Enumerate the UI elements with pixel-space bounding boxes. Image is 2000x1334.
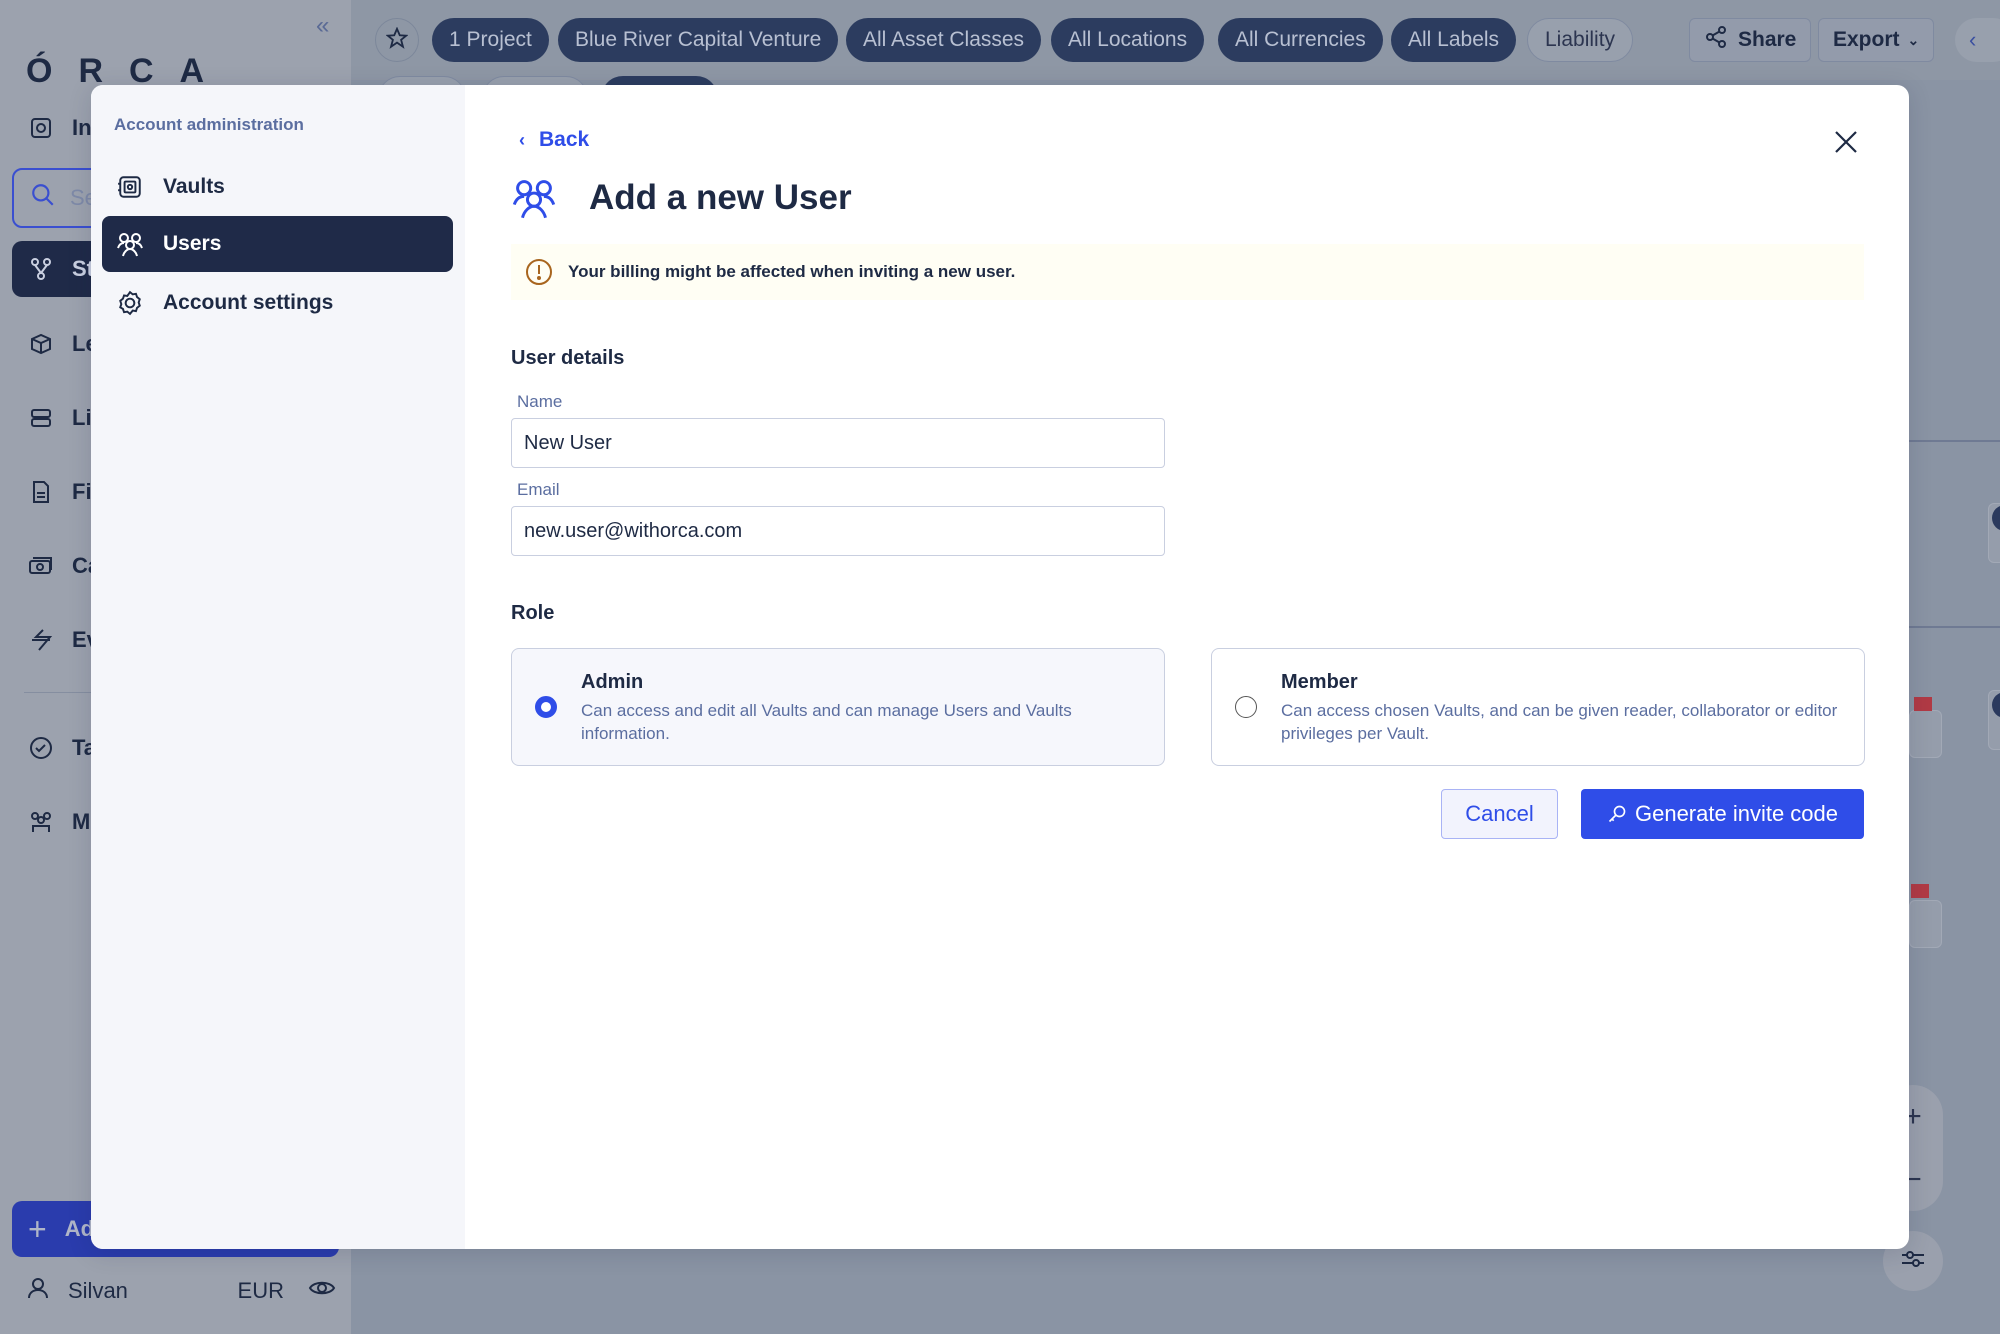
- name-label: Name: [517, 392, 563, 411]
- check-circle-icon: [28, 735, 54, 761]
- users-icon: [511, 175, 557, 221]
- box-icon: [28, 331, 54, 357]
- canada-flag-icon: [1911, 884, 1929, 898]
- structure-icon: [28, 256, 54, 282]
- user-details-heading: User details: [511, 347, 625, 369]
- role-description: Can access chosen Vaults, and can be giv…: [1281, 701, 1838, 743]
- share-icon: [1704, 25, 1728, 55]
- chevron-left-icon: ‹: [1969, 27, 1977, 52]
- eye-icon[interactable]: [308, 1277, 336, 1305]
- favorite-button[interactable]: [375, 18, 419, 62]
- generate-invite-code-button[interactable]: Generate invite code: [1581, 789, 1864, 839]
- share-button[interactable]: Share: [1689, 18, 1812, 62]
- users-icon: [116, 230, 144, 258]
- key-icon: [1607, 804, 1627, 824]
- admin-radio[interactable]: [535, 696, 557, 718]
- modal-title: Add a new User: [589, 178, 852, 217]
- sliders-icon: [1900, 1247, 1926, 1276]
- back-link[interactable]: ‹ Back: [519, 128, 589, 152]
- modal-content: ‹ Back Add a new User Your billing might…: [511, 85, 1909, 1249]
- filter-chip-liability[interactable]: Liability: [1527, 18, 1634, 62]
- canvas-node[interactable]: [1909, 710, 1942, 758]
- role-description: Can access and edit all Vaults and can m…: [581, 701, 1072, 743]
- search-icon: [30, 182, 56, 214]
- chevron-left-icon: ‹: [519, 129, 525, 150]
- members-icon: [28, 809, 54, 835]
- gear-icon: [116, 289, 144, 317]
- filter-chip-asset-classes[interactable]: All Asset Classes: [846, 18, 1042, 62]
- role-heading: Role: [511, 602, 555, 624]
- add-user-modal: Account administration Vaults Users Acco…: [91, 85, 1909, 1249]
- modal-header: Add a new User: [511, 175, 852, 221]
- email-label: Email: [517, 480, 560, 499]
- currency-selector[interactable]: EUR: [238, 1278, 284, 1304]
- filter-chip-entity[interactable]: Blue River Capital Venture: [558, 18, 839, 62]
- canvas-edge: [1909, 440, 2000, 442]
- file-icon: [28, 479, 54, 505]
- account-admin-sidebar: Account administration Vaults Users Acco…: [91, 85, 465, 1249]
- email-input[interactable]: [511, 506, 1165, 556]
- sidebar-title: Account administration: [114, 115, 304, 134]
- name-input[interactable]: [511, 418, 1165, 468]
- export-button[interactable]: Export ⌄: [1818, 18, 1935, 62]
- events-icon: [28, 627, 54, 653]
- warning-icon: [525, 258, 553, 286]
- user-icon: [26, 1276, 50, 1306]
- vault-icon: [116, 173, 144, 201]
- sidebar-item-users[interactable]: Users: [102, 216, 453, 272]
- user-name: Silvan: [68, 1278, 128, 1303]
- canvas-edge: [1909, 626, 2000, 628]
- user-row[interactable]: Silvan EUR: [26, 1276, 336, 1306]
- cancel-button[interactable]: Cancel: [1441, 789, 1558, 839]
- list-icon: [28, 405, 54, 431]
- role-name: Member: [1281, 671, 1358, 693]
- role-option-admin[interactable]: Admin Can access and edit all Vaults and…: [511, 648, 1165, 766]
- role-option-member[interactable]: Member Can access chosen Vaults, and can…: [1211, 648, 1865, 766]
- filter-chip-locations[interactable]: All Locations: [1051, 18, 1205, 62]
- canvas-node[interactable]: [1909, 900, 1942, 948]
- member-radio[interactable]: [1235, 696, 1257, 718]
- sidebar-item-vaults[interactable]: Vaults: [102, 159, 453, 215]
- filter-chip-labels[interactable]: All Labels: [1391, 18, 1517, 62]
- filter-chip-currencies[interactable]: All Currencies: [1218, 18, 1383, 62]
- swiss-flag-icon: [1914, 697, 1932, 711]
- plus-icon: +: [28, 1210, 47, 1247]
- billing-warning-banner: Your billing might be affected when invi…: [511, 244, 1864, 300]
- sidebar-item-account-settings[interactable]: Account settings: [102, 275, 453, 331]
- star-icon: [385, 26, 409, 54]
- panel-toggle-button[interactable]: ‹: [1955, 18, 2000, 62]
- filter-chip-project[interactable]: 1 Project: [432, 18, 549, 62]
- close-button[interactable]: [1831, 127, 1861, 157]
- vault-icon: [28, 115, 54, 141]
- close-icon: [1831, 131, 1861, 161]
- chevron-down-icon: ⌄: [1907, 31, 1920, 48]
- collapse-sidebar-icon[interactable]: «: [316, 12, 329, 40]
- cash-icon: [28, 553, 54, 579]
- role-name: Admin: [581, 671, 644, 693]
